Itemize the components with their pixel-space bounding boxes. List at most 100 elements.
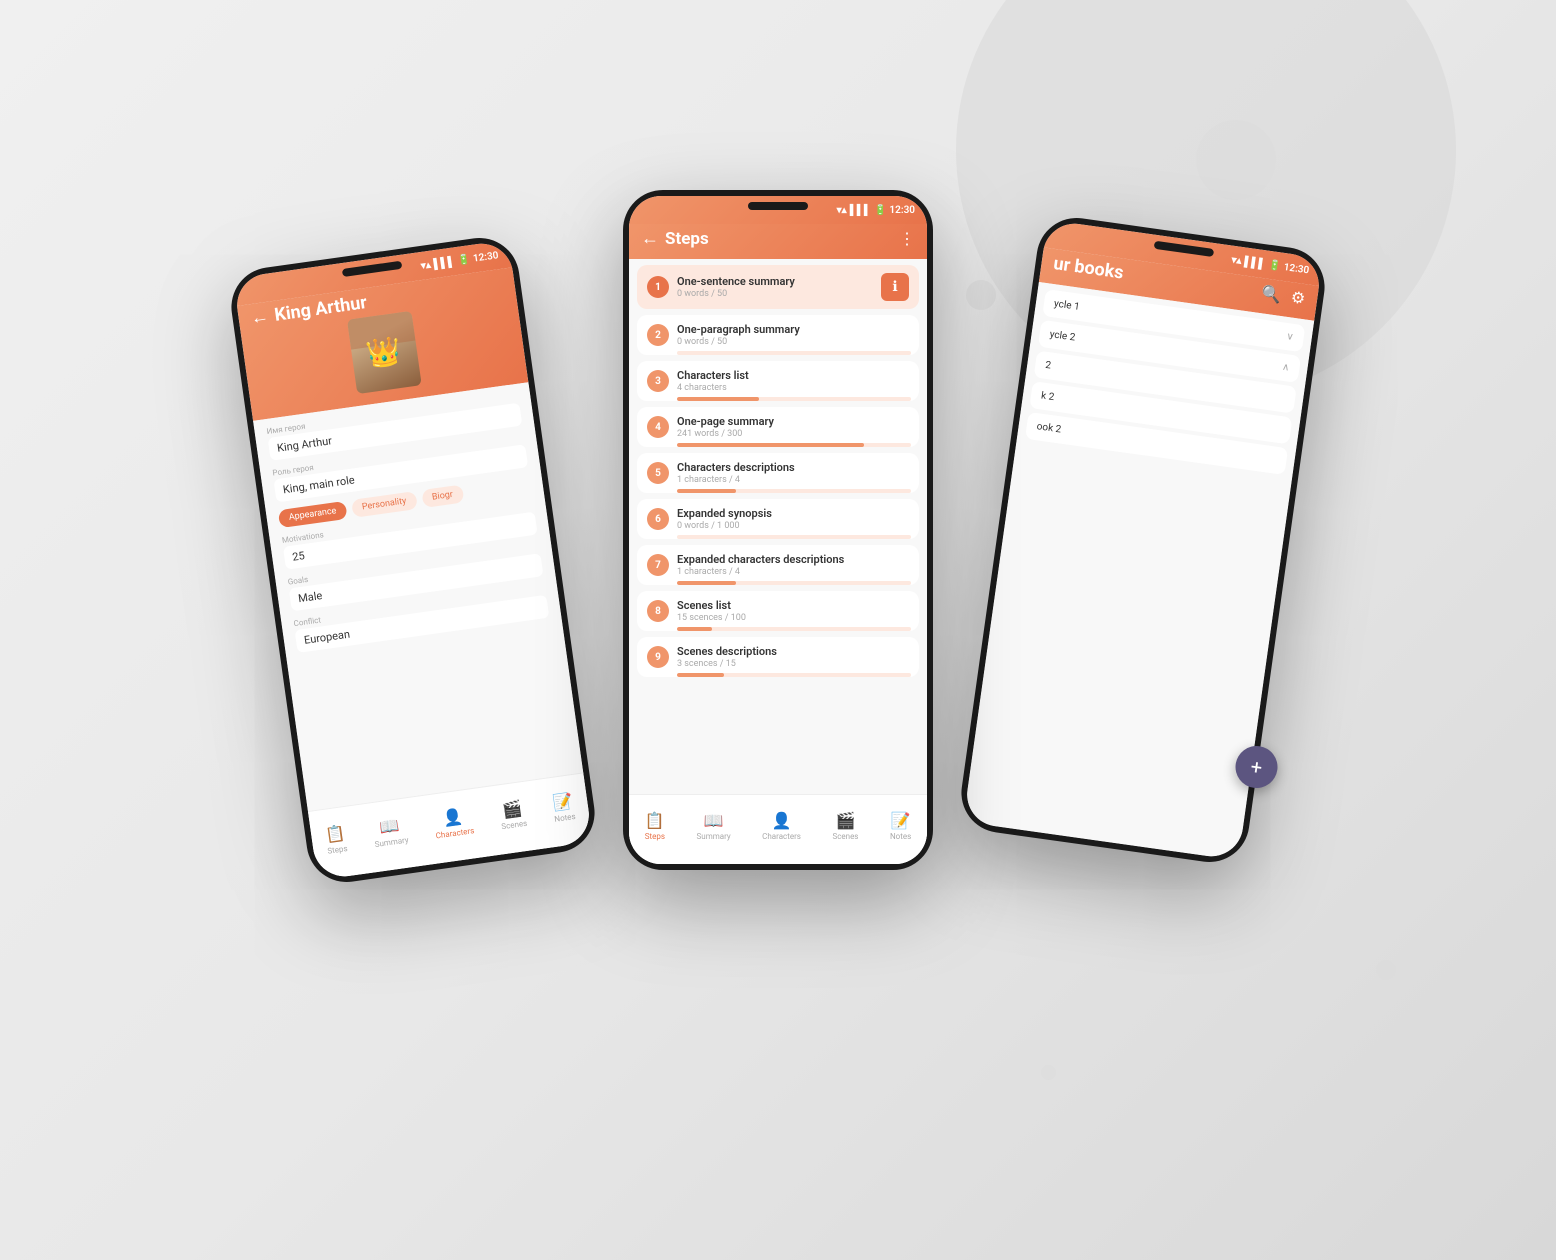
- center-nav-scenes-label: Scenes: [832, 832, 858, 841]
- center-battery-icon: 🔋: [874, 205, 886, 216]
- nav-notes-left[interactable]: 📝 Notes: [551, 791, 576, 824]
- step-info-btn-1[interactable]: ℹ: [881, 273, 909, 301]
- steps-list: 1 One-sentence summary 0 words / 50 ℹ 2 …: [629, 259, 927, 864]
- signal-icon: ▌▌▌: [433, 256, 456, 270]
- center-screen: ▾▴ ▌▌▌ 🔋 12:30 ← Steps ⋮: [629, 196, 927, 864]
- book-name-1: ycle 1: [1053, 298, 1080, 312]
- wifi-icon: ▾▴: [420, 259, 431, 271]
- nav-scenes-label: Scenes: [501, 818, 528, 831]
- nav-characters-left[interactable]: 👤 Characters: [432, 805, 475, 840]
- center-signal-icon: ▌▌▌: [850, 205, 871, 216]
- step-name-8: Scenes list: [677, 599, 909, 612]
- left-status-icons: ▾▴ ▌▌▌ 🔋 12:30: [420, 250, 499, 272]
- center-status-icons: ▾▴ ▌▌▌ 🔋 12:30: [837, 205, 915, 216]
- back-icon[interactable]: ←: [249, 306, 270, 329]
- center-notch: [748, 202, 808, 210]
- step-number-2: 2: [647, 324, 669, 346]
- step-content-9: Scenes descriptions 3 scences / 15: [677, 645, 909, 669]
- center-status-bar: ▾▴ ▌▌▌ 🔋 12:30: [629, 196, 927, 224]
- nav-summary-left[interactable]: 📖 Summary: [371, 814, 409, 848]
- step-progress-6: [677, 535, 911, 539]
- book-name-4: k 2: [1040, 390, 1055, 403]
- step-item-1[interactable]: 1 One-sentence summary 0 words / 50 ℹ: [637, 265, 919, 309]
- nav-characters-center[interactable]: 👤 Characters: [762, 811, 801, 841]
- steps-menu-icon[interactable]: ⋮: [899, 229, 915, 248]
- step-number-1: 1: [647, 276, 669, 298]
- step-meta-8: 15 scences / 100: [677, 613, 909, 623]
- step-item-3[interactable]: 3 Characters list 4 characters: [637, 361, 919, 401]
- character-avatar: 👑: [346, 311, 421, 394]
- step-number-7: 7: [647, 554, 669, 576]
- step-progress-8: [677, 627, 911, 631]
- center-steps-icon: 📋: [645, 811, 665, 830]
- step-item-7[interactable]: 7 Expanded characters descriptions 1 cha…: [637, 545, 919, 585]
- notes-icon: 📝: [551, 791, 573, 813]
- chevron-icon-2: ∧: [1281, 362, 1290, 374]
- step-progress-9: [677, 673, 911, 677]
- step-progress-4: [677, 443, 911, 447]
- nav-summary-center[interactable]: 📖 Summary: [697, 811, 731, 841]
- center-summary-icon: 📖: [704, 811, 724, 830]
- nav-steps-left[interactable]: 📋 Steps: [324, 823, 348, 856]
- step-content-2: One-paragraph summary 0 words / 50: [677, 323, 909, 347]
- nav-summary-label: Summary: [374, 835, 409, 849]
- nav-steps-center[interactable]: 📋 Steps: [645, 811, 665, 841]
- step-content-4: One-page summary 241 words / 300: [677, 415, 909, 439]
- step-content-3: Characters list 4 characters: [677, 369, 909, 393]
- right-signal-icon: ▌▌▌: [1244, 256, 1267, 270]
- step-progress-2: [677, 351, 911, 355]
- steps-header: ← Steps ⋮: [629, 224, 927, 259]
- tab-appearance[interactable]: Appearance: [278, 501, 348, 528]
- right-battery-icon: 🔋: [1268, 259, 1282, 272]
- step-item-6[interactable]: 6 Expanded synopsis 0 words / 1 000: [637, 499, 919, 539]
- step-progress-5: [677, 489, 911, 493]
- nav-scenes-left[interactable]: 🎬 Scenes: [498, 797, 528, 830]
- step-number-4: 4: [647, 416, 669, 438]
- summary-icon: 📖: [378, 815, 400, 837]
- steps-back-icon[interactable]: ←: [641, 228, 659, 249]
- center-notes-icon: 📝: [891, 811, 911, 830]
- phone-left: ▾▴ ▌▌▌ 🔋 12:30 ← King Arthur 👑: [226, 233, 599, 887]
- step-content-8: Scenes list 15 scences / 100: [677, 599, 909, 623]
- bg-decoration-4: [1376, 960, 1396, 980]
- book-name-5: ook 2: [1036, 421, 1062, 435]
- step-item-9[interactable]: 9 Scenes descriptions 3 scences / 15: [637, 637, 919, 677]
- center-wifi-icon: ▾▴: [837, 205, 847, 216]
- center-nav-notes-label: Notes: [890, 832, 911, 841]
- step-progress-7: [677, 581, 911, 585]
- right-wifi-icon: ▾▴: [1231, 254, 1242, 266]
- step-progress-fill-4: [677, 443, 864, 447]
- chevron-icon-1: ∨: [1286, 331, 1295, 343]
- settings-icon[interactable]: ⚙: [1290, 287, 1307, 308]
- step-progress-fill-9: [677, 673, 724, 677]
- step-meta-4: 241 words / 300: [677, 429, 909, 439]
- step-item-4[interactable]: 4 One-page summary 241 words / 300: [637, 407, 919, 447]
- nav-characters-label: Characters: [435, 826, 475, 840]
- right-status-icons: ▾▴ ▌▌▌ 🔋 12:30: [1231, 254, 1310, 276]
- nav-notes-center[interactable]: 📝 Notes: [890, 811, 911, 841]
- step-number-6: 6: [647, 508, 669, 530]
- left-screen: ▾▴ ▌▌▌ 🔋 12:30 ← King Arthur 👑: [233, 240, 593, 881]
- search-icon[interactable]: 🔍: [1260, 283, 1282, 305]
- tab-personality[interactable]: Personality: [351, 491, 418, 518]
- step-progress-3: [677, 397, 911, 401]
- book-name-2: ycle 2: [1049, 329, 1076, 343]
- step-content-7: Expanded characters descriptions 1 chara…: [677, 553, 909, 577]
- step-content-1: One-sentence summary 0 words / 50: [677, 275, 873, 299]
- center-nav-steps-label: Steps: [645, 832, 665, 841]
- step-name-3: Characters list: [677, 369, 909, 382]
- step-item-8[interactable]: 8 Scenes list 15 scences / 100: [637, 591, 919, 631]
- step-name-4: One-page summary: [677, 415, 909, 428]
- right-time-display: 12:30: [1283, 261, 1310, 275]
- phone-center: ▾▴ ▌▌▌ 🔋 12:30 ← Steps ⋮: [623, 190, 933, 870]
- nav-scenes-center[interactable]: 🎬 Scenes: [832, 811, 858, 841]
- phone-right: ▾▴ ▌▌▌ 🔋 12:30 ur books 🔍 ⚙: [956, 213, 1329, 867]
- step-item-5[interactable]: 5 Characters descriptions 1 characters /…: [637, 453, 919, 493]
- phones-container: ▾▴ ▌▌▌ 🔋 12:30 ← King Arthur 👑: [328, 130, 1228, 1130]
- step-item-2[interactable]: 2 One-paragraph summary 0 words / 50: [637, 315, 919, 355]
- tab-biography[interactable]: Biogr: [421, 485, 464, 509]
- character-emoji: 👑: [364, 334, 403, 372]
- center-characters-icon: 👤: [772, 811, 792, 830]
- right-header-icons: 🔍 ⚙: [1260, 283, 1306, 308]
- step-name-2: One-paragraph summary: [677, 323, 909, 336]
